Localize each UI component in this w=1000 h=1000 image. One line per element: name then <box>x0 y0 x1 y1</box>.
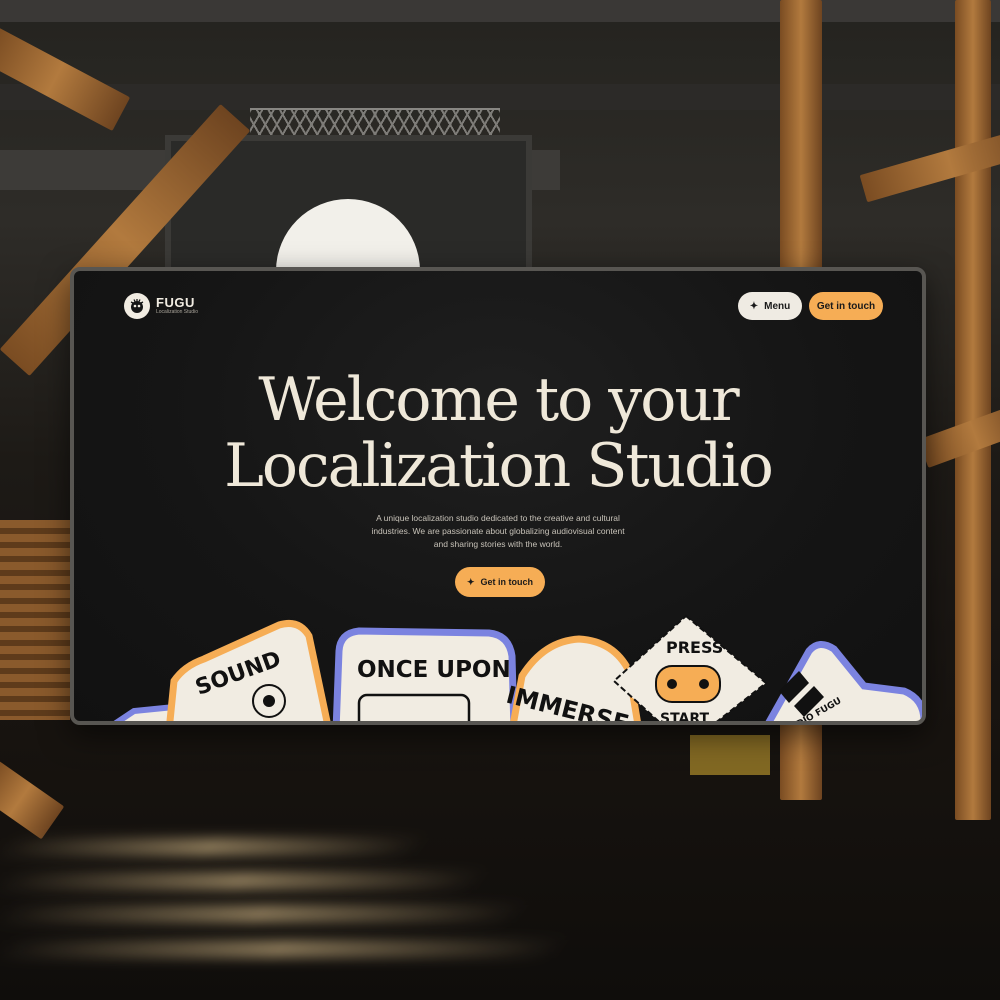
hero-title-line2: Localization Studio <box>224 431 774 501</box>
brand-tagline: Localization Studio <box>156 309 198 315</box>
menu-button[interactable]: ✦ Menu <box>738 292 802 320</box>
menu-label: Menu <box>764 300 791 312</box>
lighting-truss <box>250 108 500 138</box>
yellow-crate <box>690 735 770 775</box>
brand-name: FUGU <box>156 295 195 310</box>
get-in-touch-nav-button[interactable]: Get in touch <box>809 292 883 320</box>
fugu-logo-icon <box>124 293 150 319</box>
hero-subtitle: A unique localization studio dedicated t… <box>371 513 625 549</box>
cta-label: Get in touch <box>480 577 534 587</box>
sticker-sound: SOUND <box>166 619 331 721</box>
sticker-start-label: START <box>660 711 710 725</box>
wood-beam <box>0 760 65 840</box>
wood-beam <box>0 27 131 131</box>
ceiling <box>0 0 1000 22</box>
hero-title-line1: Welcome to your <box>258 365 739 435</box>
sticker-studio-fugu: STUDIO FUGU <box>765 641 922 721</box>
get-in-touch-cta-button[interactable]: ✦ Get in touch <box>455 567 545 597</box>
sticker-once-upon: ONCE UPON <box>332 627 518 721</box>
sticker-once-upon-label: ONCE UPON <box>357 657 511 683</box>
wood-column <box>955 0 991 820</box>
sparkle-icon: ✦ <box>749 300 759 312</box>
sticker-press-label: PRESS <box>666 638 723 657</box>
upper-balcony <box>0 84 1000 110</box>
hero-title: Welcome to your Localization Studio <box>74 367 922 499</box>
floor-light <box>0 872 487 890</box>
floor-light <box>0 838 427 856</box>
brand-logo[interactable]: FUGU Localization Studio <box>124 293 198 319</box>
floor-light <box>0 905 527 923</box>
get-in-touch-label: Get in touch <box>816 300 876 312</box>
stacked-planks <box>0 520 70 720</box>
sticker-collage: SOUND ONCE UPON IMMERSE PRESS START STUD… <box>113 614 922 725</box>
floor-light <box>0 940 567 958</box>
website-window: FUGU Localization Studio ✦ Menu Get in t… <box>70 267 926 725</box>
sparkle-icon: ✦ <box>466 576 475 587</box>
